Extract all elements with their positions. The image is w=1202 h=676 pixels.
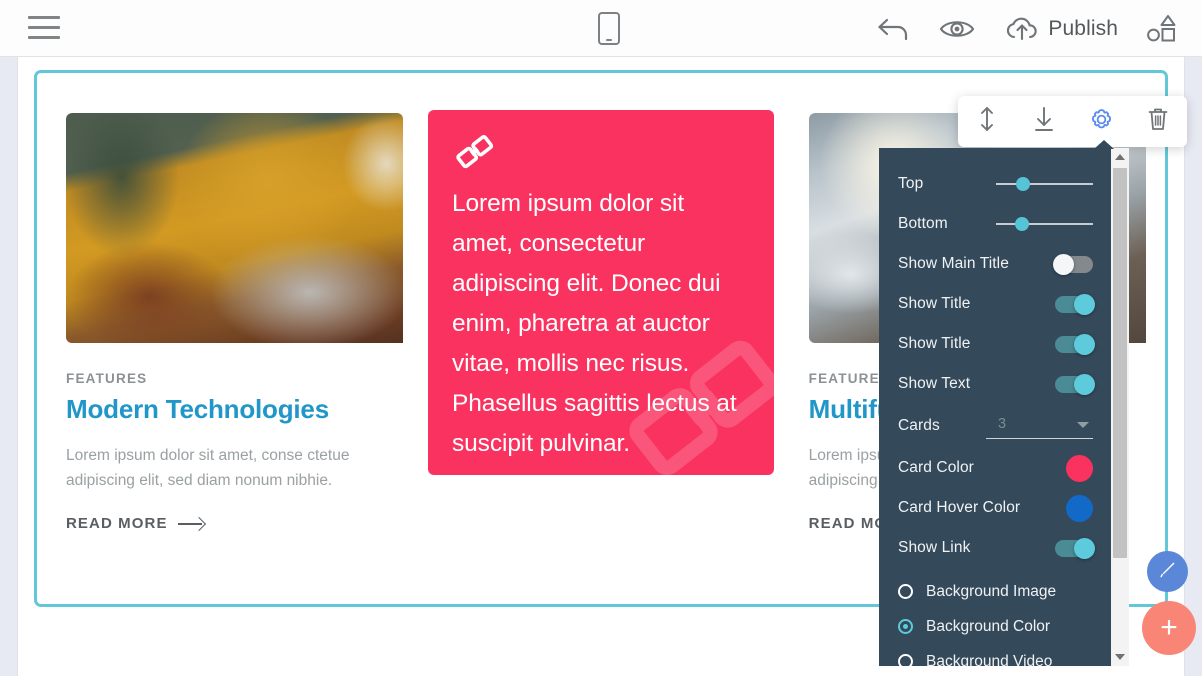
- publish-label: Publish: [1048, 16, 1118, 40]
- promo-card[interactable]: Lorem ipsum dolor sit amet, consectetur …: [428, 110, 774, 475]
- undo-arrow-icon: [876, 14, 910, 44]
- read-more-label: READ MORE: [66, 515, 168, 532]
- slider-knob[interactable]: [1015, 217, 1029, 231]
- radio-checked-icon: [898, 619, 913, 634]
- card-title: Modern Technologies: [66, 394, 329, 424]
- radio-unchecked-icon: [898, 584, 913, 599]
- publish-button[interactable]: Publish: [990, 0, 1132, 57]
- setting-label: Show Title: [898, 295, 971, 312]
- background-video-option[interactable]: Background Video: [898, 644, 1093, 666]
- toggle-knob: [1053, 253, 1074, 275]
- settings-element-button[interactable]: [1079, 100, 1123, 144]
- hamburger-bar: [28, 36, 60, 39]
- setting-label: Show Main Title: [898, 255, 1009, 272]
- hamburger-bar: [28, 26, 60, 29]
- app-root: Publish FEATURES Modern Technologies Lor…: [0, 0, 1202, 676]
- preview-button[interactable]: [924, 0, 990, 57]
- card-image: [66, 113, 404, 343]
- setting-row-top: Top: [898, 164, 1093, 204]
- toggle-knob: [1074, 373, 1095, 395]
- cloud-upload-icon: [1004, 15, 1040, 43]
- slider-track: [996, 223, 1093, 225]
- setting-label: Show Link: [898, 539, 971, 556]
- hamburger-menu-icon[interactable]: [28, 16, 60, 40]
- card-read-more-link[interactable]: READ MORE: [66, 515, 403, 532]
- setting-row-show-link: Show Link: [898, 528, 1095, 568]
- slider-knob[interactable]: [1016, 177, 1030, 191]
- setting-label: Bottom: [898, 215, 948, 232]
- elements-button[interactable]: [1132, 0, 1194, 57]
- setting-label: Card Hover Color: [898, 499, 1021, 516]
- radio-unchecked-icon: [898, 654, 913, 666]
- setting-label: Cards: [898, 417, 940, 434]
- show-main-title-toggle[interactable]: [1053, 253, 1093, 275]
- chevron-down-icon: [1077, 422, 1089, 428]
- person-typing-on-laptop-photo: [66, 113, 404, 343]
- background-image-option[interactable]: Background Image: [898, 574, 1093, 609]
- download-arrow-icon: [1032, 105, 1056, 138]
- element-toolbar: [958, 96, 1187, 155]
- top-toolbar: Publish: [0, 0, 1202, 57]
- show-title-toggle[interactable]: [1055, 293, 1095, 315]
- setting-row-show-text: Show Text: [898, 364, 1095, 404]
- setting-row-show-title: Show Title: [898, 284, 1095, 324]
- arrow-right-icon: [177, 518, 204, 530]
- hamburger-bar: [28, 16, 60, 19]
- toggle-knob: [1074, 333, 1095, 355]
- setting-label: Top: [898, 175, 924, 192]
- delete-element-button[interactable]: [1136, 100, 1180, 144]
- show-text-toggle[interactable]: [1055, 373, 1095, 395]
- section-settings-panel: Top Bottom Show Main Title Show Title Sh…: [879, 148, 1129, 666]
- undo-button[interactable]: [862, 0, 924, 57]
- move-vertical-icon: [975, 105, 999, 138]
- settings-list: Top Bottom Show Main Title Show Title Sh…: [879, 148, 1111, 666]
- option-label: Background Image: [926, 582, 1057, 600]
- link-chain-icon: [454, 132, 496, 177]
- bottom-spacing-slider[interactable]: [996, 216, 1093, 232]
- setting-label: Show Title: [898, 335, 971, 352]
- download-element-button[interactable]: [1022, 100, 1066, 144]
- toggle-knob: [1074, 537, 1095, 559]
- show-title-toggle-2[interactable]: [1055, 333, 1095, 355]
- scroll-up-arrow-icon[interactable]: [1111, 148, 1129, 166]
- settings-panel-scrollbar[interactable]: [1111, 148, 1129, 666]
- add-section-button[interactable]: +: [1142, 601, 1196, 655]
- card-eyebrow: FEATURES: [66, 371, 148, 386]
- move-element-button[interactable]: [965, 100, 1009, 144]
- setting-label: Card Color: [898, 459, 974, 476]
- cards-count-select[interactable]: 3: [986, 413, 1093, 439]
- toggle-knob: [1074, 293, 1095, 315]
- card-text: Lorem ipsum dolor sit amet, conse ctetue…: [66, 447, 350, 489]
- cards-count-value: 3: [998, 416, 1007, 432]
- promo-card-text: Lorem ipsum dolor sit amet, consectetur …: [452, 190, 737, 457]
- option-label: Background Video: [926, 652, 1053, 667]
- scroll-down-arrow-icon[interactable]: [1111, 648, 1129, 666]
- panel-caret: [1094, 140, 1114, 149]
- trash-delete-icon: [1146, 105, 1170, 138]
- edit-design-button[interactable]: [1147, 551, 1188, 592]
- setting-row-show-main-title: Show Main Title: [898, 244, 1093, 284]
- background-color-option[interactable]: Background Color: [898, 609, 1093, 644]
- mobile-device-icon[interactable]: [598, 12, 620, 45]
- gear-settings-icon: [1088, 106, 1115, 138]
- feature-card[interactable]: FEATURES Modern Technologies Lorem ipsum…: [66, 113, 404, 532]
- top-toolbar-actions: Publish: [862, 0, 1194, 57]
- plus-add-icon: +: [1160, 611, 1178, 644]
- eye-preview-icon: [938, 16, 976, 42]
- top-spacing-slider[interactable]: [996, 176, 1093, 192]
- setting-row-card-color: Card Color: [898, 448, 1093, 488]
- setting-row-show-title-2: Show Title: [898, 324, 1095, 364]
- slider-track: [996, 183, 1093, 185]
- setting-row-card-hover-color: Card Hover Color: [898, 488, 1093, 528]
- setting-row-cards: Cards 3: [898, 404, 1093, 448]
- setting-row-bottom: Bottom: [898, 204, 1093, 244]
- show-link-toggle[interactable]: [1055, 537, 1095, 559]
- shapes-elements-icon: [1146, 13, 1180, 45]
- card-color-swatch[interactable]: [1066, 454, 1093, 482]
- option-label: Background Color: [926, 617, 1051, 635]
- scrollbar-thumb[interactable]: [1113, 168, 1127, 558]
- card-hover-color-swatch[interactable]: [1066, 494, 1093, 522]
- brush-edit-icon: [1157, 558, 1179, 585]
- setting-label: Show Text: [898, 375, 971, 392]
